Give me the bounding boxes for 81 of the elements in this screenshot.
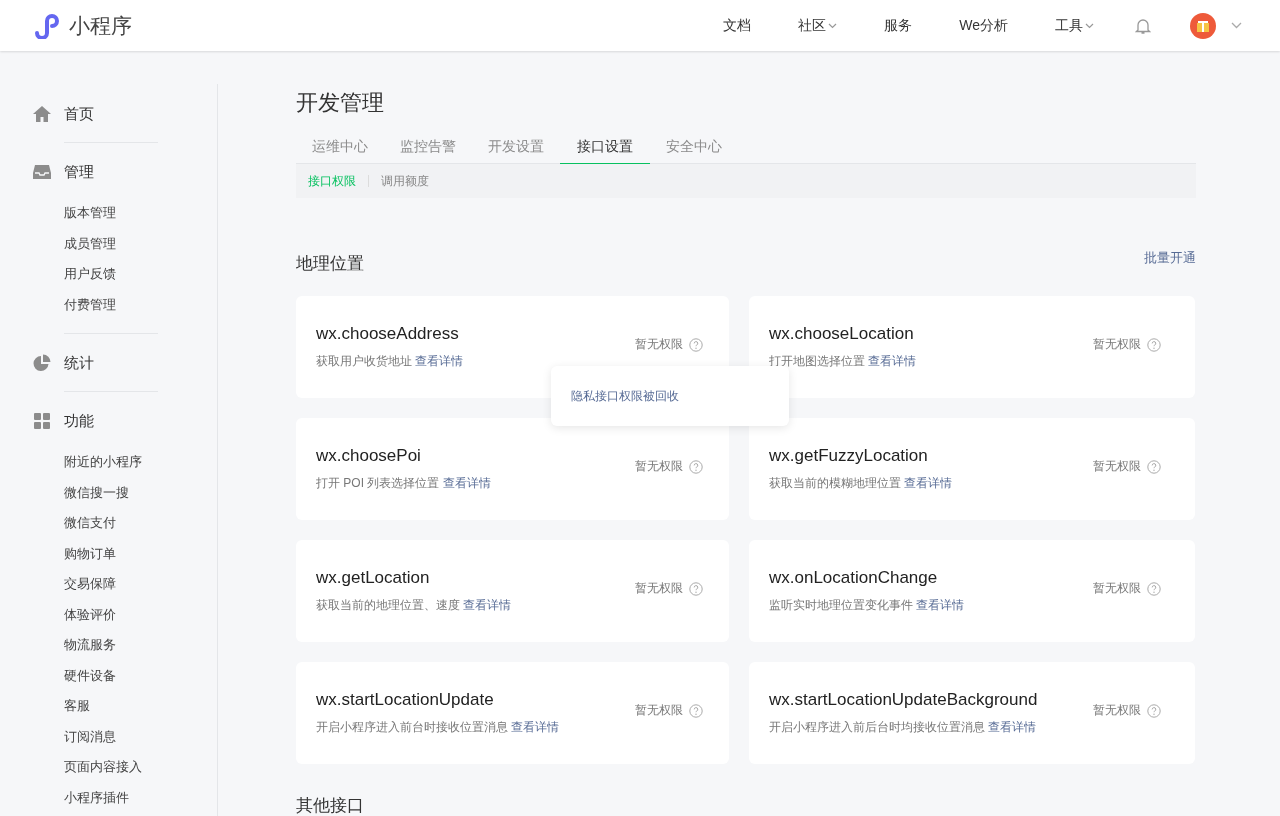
api-description: 开启小程序进入前台时接收位置消息 — [316, 720, 508, 734]
bell-icon[interactable] — [1135, 16, 1151, 35]
batch-enable-link[interactable]: 批量开通 — [1144, 250, 1196, 267]
permission-status: 暂无权限 — [635, 458, 683, 475]
sidebar-subitem[interactable]: 附近的小程序 — [64, 447, 217, 478]
sidebar-subitem[interactable]: 客服 — [64, 691, 217, 722]
api-name: wx.chooseLocation — [769, 324, 915, 344]
tooltip-text: 隐私接口权限被回收 — [571, 387, 679, 405]
avatar-icon[interactable] — [1189, 11, 1217, 40]
details-link[interactable]: 查看详情 — [442, 476, 491, 490]
section-title: 地理位置 — [296, 253, 364, 275]
permission-status: 暂无权限 — [1093, 580, 1141, 597]
nav-link[interactable]: 社区 — [798, 16, 838, 35]
api-name: wx.getLocation — [316, 568, 431, 588]
grid-icon — [32, 412, 52, 430]
api-description: 打开 POI 列表选择位置 — [316, 476, 440, 490]
sidebar-subitem[interactable]: 交易保障 — [64, 569, 217, 600]
details-link[interactable]: 查看详情 — [868, 354, 917, 368]
caret-icon[interactable] — [1085, 22, 1094, 29]
sidebar-subitem[interactable]: 用户反馈 — [64, 259, 217, 290]
sidebar-subitem[interactable]: 订阅消息 — [64, 721, 217, 752]
api-name: wx.onLocationChange — [769, 568, 939, 588]
sidebar-subitem[interactable]: 版本管理 — [64, 198, 217, 229]
api-description: 监听实时地理位置变化事件 — [769, 598, 913, 612]
sidebar-subitem[interactable]: 小程序插件 — [64, 782, 217, 813]
sidebar-item[interactable]: 统计 — [32, 348, 217, 378]
caret-icon[interactable] — [828, 22, 838, 29]
api-description: 开启小程序进入前后台时均接收位置消息 — [769, 720, 985, 734]
sidebar-subitem[interactable]: 物流服务 — [64, 630, 217, 661]
details-link[interactable]: 查看详情 — [904, 476, 953, 490]
sidebar-item[interactable]: 管理 — [32, 157, 217, 187]
logo-icon — [33, 12, 61, 39]
permission-status: 暂无权限 — [1093, 458, 1141, 475]
nav-link[interactable]: 服务 — [884, 16, 913, 35]
sidebar-subitem[interactable]: 购物订单 — [64, 538, 217, 569]
details-link[interactable]: 查看详情 — [511, 720, 560, 734]
sidebar-subitem[interactable]: 体验评价 — [64, 599, 217, 630]
api-description: 获取当前的地理位置、速度 — [316, 598, 460, 612]
sidebar-subitem[interactable]: 微信搜一搜 — [64, 477, 217, 508]
api-name: wx.startLocationUpdateBackground — [769, 690, 1038, 710]
help-icon[interactable] — [1147, 337, 1161, 352]
api-name: wx.chooseAddress — [316, 324, 460, 344]
sidebar-item[interactable]: 首页 — [32, 99, 217, 129]
caret-icon[interactable] — [1231, 22, 1242, 29]
inbox-icon — [32, 163, 52, 181]
details-link[interactable]: 查看详情 — [988, 720, 1037, 734]
api-description: 打开地图选择位置 — [769, 354, 865, 368]
permission-status: 暂无权限 — [635, 702, 683, 719]
details-link[interactable]: 查看详情 — [916, 598, 965, 612]
section-title: 其他接口 — [296, 795, 365, 816]
help-icon[interactable] — [1147, 581, 1161, 596]
help-icon[interactable] — [689, 581, 703, 596]
sidebar-subitem[interactable]: 微信支付 — [64, 508, 217, 539]
permission-status: 暂无权限 — [635, 336, 683, 353]
permission-status: 暂无权限 — [635, 580, 683, 597]
help-icon[interactable] — [1147, 459, 1161, 474]
nav-link[interactable]: We分析 — [959, 16, 1008, 35]
sidebar-subitem[interactable]: 页面内容接入 — [64, 752, 217, 783]
api-description: 获取当前的模糊地理位置 — [769, 476, 901, 490]
api-name: wx.choosePoi — [316, 446, 422, 466]
sidebar-item[interactable]: 功能 — [32, 406, 217, 436]
details-link[interactable]: 查看详情 — [463, 598, 512, 612]
sidebar-subitem[interactable]: 付费管理 — [64, 289, 217, 320]
permission-status: 暂无权限 — [1093, 702, 1141, 719]
app-name: 小程序 — [69, 12, 132, 39]
api-description: 获取用户收货地址 — [316, 354, 412, 368]
api-name: wx.startLocationUpdate — [316, 690, 495, 710]
permission-status: 暂无权限 — [1093, 336, 1141, 353]
help-icon[interactable] — [689, 337, 703, 352]
nav-link[interactable]: 文档 — [723, 16, 752, 35]
sidebar-subitem[interactable]: 成员管理 — [64, 228, 217, 259]
pie-chart-icon — [32, 354, 52, 372]
details-link[interactable]: 查看详情 — [415, 354, 464, 368]
sidebar-subitem[interactable]: 硬件设备 — [64, 660, 217, 691]
home-icon — [32, 105, 52, 123]
api-name: wx.getFuzzyLocation — [769, 446, 929, 466]
page-title: 开发管理 — [296, 89, 385, 117]
help-icon[interactable] — [1147, 703, 1161, 718]
nav-link[interactable]: 工具 — [1055, 16, 1094, 35]
help-icon[interactable] — [689, 703, 703, 718]
help-icon[interactable] — [689, 459, 703, 474]
